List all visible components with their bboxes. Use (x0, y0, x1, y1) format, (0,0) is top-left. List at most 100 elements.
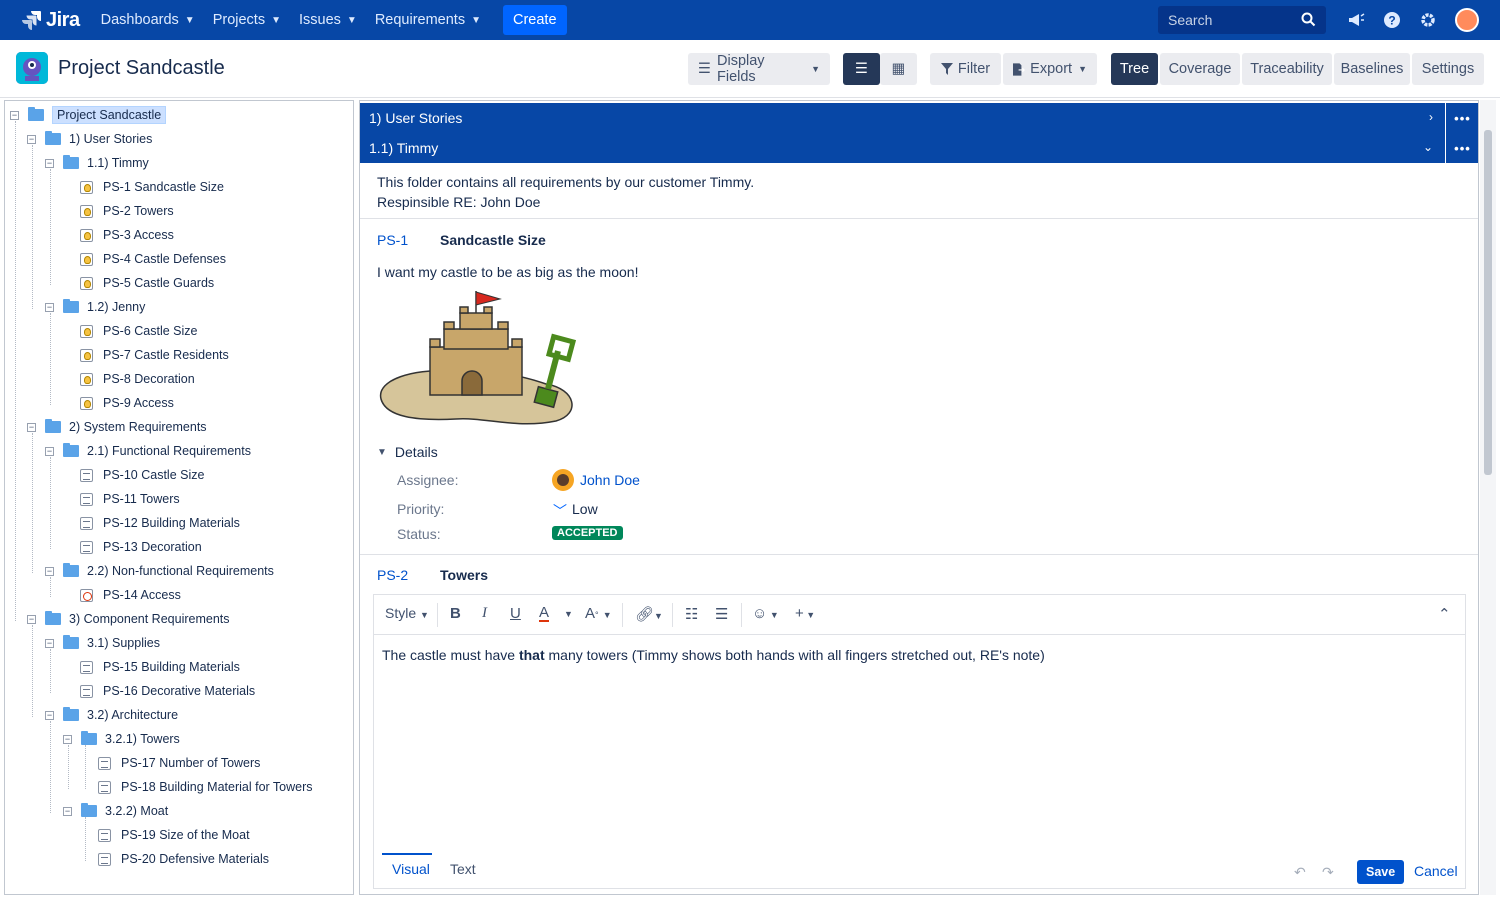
undo-icon[interactable]: ↶ (1294, 864, 1306, 881)
style-dropdown[interactable]: Style ▼ (385, 605, 429, 621)
chevron-down-icon[interactable]: ▼ (564, 609, 573, 619)
collapse-toggle[interactable]: − (63, 806, 72, 816)
link-icon[interactable]: 🔗︎▼ (635, 605, 663, 623)
chevron-right-icon[interactable]: › (1429, 110, 1433, 124)
scroll-thumb[interactable] (1484, 130, 1492, 475)
tab-text[interactable]: Text (450, 861, 476, 877)
tree-item[interactable]: PS-1 Sandcastle Size (80, 177, 224, 197)
tree-folder[interactable]: − 2.2) Non-functional Requirements (45, 561, 274, 581)
nav-dashboards[interactable]: Dashboards ▼ (101, 12, 195, 28)
nav-projects[interactable]: Projects ▼ (213, 12, 281, 28)
tree-folder[interactable]: − 1.2) Jenny (45, 297, 145, 317)
tree-folder[interactable]: − 3.2.2) Moat (63, 801, 168, 821)
tree-item[interactable]: PS-3 Access (80, 225, 174, 245)
display-fields-button[interactable]: ☰ Display Fields ▼ (688, 53, 830, 85)
insert-plus-icon[interactable]: + ▼ (795, 605, 815, 622)
tree-folder[interactable]: − 1) User Stories (27, 129, 152, 149)
save-button[interactable]: Save (1357, 860, 1405, 884)
requirement-key[interactable]: PS-1 (377, 232, 408, 248)
text-format-icon[interactable]: A° ▼ (585, 605, 612, 622)
nav-issues[interactable]: Issues ▼ (299, 12, 357, 28)
tree-item[interactable]: PS-10 Castle Size (80, 465, 204, 485)
tree-item[interactable]: PS-2 Towers (80, 201, 174, 221)
chevron-down-icon[interactable]: ⌄ (1423, 140, 1433, 154)
tab-coverage[interactable]: Coverage (1160, 53, 1240, 85)
collapse-toggle[interactable]: − (45, 638, 54, 648)
gear-icon[interactable] (1418, 10, 1438, 30)
more-actions-icon[interactable]: ••• (1445, 103, 1478, 133)
tree-folder[interactable]: − 2.1) Functional Requirements (45, 441, 251, 461)
tree-root[interactable]: − Project Sandcastle (10, 105, 167, 125)
status-badge[interactable]: ACCEPTED (552, 526, 623, 540)
requirement-title[interactable]: Towers (440, 567, 488, 583)
tree-folder[interactable]: − 3.1) Supplies (45, 633, 160, 653)
tree-folder[interactable]: − 1.1) Timmy (45, 153, 149, 173)
tree-item[interactable]: PS-18 Building Material for Towers (98, 777, 313, 797)
tree-item[interactable]: PS-12 Building Materials (80, 513, 240, 533)
text-color-icon[interactable]: A (539, 605, 550, 622)
jira-logo[interactable]: Jira (20, 9, 80, 32)
help-icon[interactable]: ? (1382, 10, 1402, 30)
tree-item[interactable]: PS-19 Size of the Moat (98, 825, 250, 845)
user-avatar[interactable] (1455, 8, 1479, 32)
collapse-toggle[interactable]: − (45, 302, 54, 312)
tree-folder[interactable]: − 3.2.1) Towers (63, 729, 180, 749)
tree-folder[interactable]: − 3.2) Architecture (45, 705, 178, 725)
tab-settings[interactable]: Settings (1412, 53, 1484, 85)
requirement-title[interactable]: Sandcastle Size (440, 232, 546, 248)
collapse-toggle[interactable]: − (63, 734, 72, 744)
tree-item[interactable]: PS-9 Access (80, 393, 174, 413)
emoji-icon[interactable]: ☺ ▼ (752, 605, 779, 622)
section-bar-user-stories[interactable]: 1) User Stories › ••• (360, 103, 1478, 133)
content-scrollbar[interactable] (1480, 100, 1496, 895)
collapse-toggle[interactable]: − (27, 134, 36, 144)
collapse-toggle[interactable]: − (45, 446, 54, 456)
section-bar-timmy[interactable]: 1.1) Timmy ⌄ ••• (360, 133, 1478, 163)
tree-item[interactable]: PS-16 Decorative Materials (80, 681, 255, 701)
grid-view-button[interactable]: ▦ (880, 53, 917, 85)
search-input[interactable]: Search (1158, 6, 1326, 34)
tree-item[interactable]: PS-17 Number of Towers (98, 753, 260, 773)
create-button[interactable]: Create (502, 5, 567, 35)
filter-button[interactable]: Filter (930, 53, 1001, 85)
rich-text-editor[interactable]: Style ▼ B I U A ▼ A° ▼ 🔗︎▼ ☷ ☰ ☺ ▼ + ▼ ⌃… (373, 594, 1466, 889)
more-actions-icon[interactable]: ••• (1445, 133, 1478, 163)
requirement-key[interactable]: PS-2 (377, 567, 408, 583)
numbered-list-icon[interactable]: ☰ (715, 605, 728, 623)
underline-icon[interactable]: U (510, 605, 521, 622)
tree-folder[interactable]: − 2) System Requirements (27, 417, 207, 437)
italic-icon[interactable]: I (482, 605, 487, 622)
export-button[interactable]: Export ▼ (1003, 53, 1097, 85)
tab-visual[interactable]: Visual (392, 861, 430, 877)
tree-item[interactable]: PS-20 Defensive Materials (98, 849, 269, 869)
collapse-toggle[interactable]: − (10, 110, 19, 120)
editor-content[interactable]: The castle must have that many towers (T… (382, 647, 1045, 663)
collapse-toggle[interactable]: − (45, 566, 54, 576)
tree-item[interactable]: PS-7 Castle Residents (80, 345, 229, 365)
tree-item[interactable]: PS-8 Decoration (80, 369, 195, 389)
collapse-toggle[interactable]: − (45, 158, 54, 168)
nav-requirements[interactable]: Requirements ▼ (375, 12, 481, 28)
cancel-button[interactable]: Cancel (1414, 863, 1458, 879)
tree-item[interactable]: PS-15 Building Materials (80, 657, 240, 677)
tree-folder[interactable]: − 3) Component Requirements (27, 609, 230, 629)
tree-item[interactable]: PS-4 Castle Defenses (80, 249, 226, 269)
tree-item[interactable]: PS-6 Castle Size (80, 321, 197, 341)
bold-icon[interactable]: B (450, 605, 461, 622)
tab-baselines[interactable]: Baselines (1334, 53, 1410, 85)
collapse-toggle[interactable]: − (27, 614, 36, 624)
tree-item[interactable]: PS-5 Castle Guards (80, 273, 214, 293)
collapse-toolbar-icon[interactable]: ⌃ (1438, 605, 1451, 623)
tab-tree[interactable]: Tree (1111, 53, 1158, 85)
megaphone-icon[interactable] (1346, 10, 1366, 30)
collapse-toggle[interactable]: − (45, 710, 54, 720)
tree-item[interactable]: PS-13 Decoration (80, 537, 202, 557)
tree-item[interactable]: PS-14 Access (80, 585, 181, 605)
assignee-value[interactable]: John Doe (580, 472, 640, 488)
redo-icon[interactable]: ↷ (1322, 864, 1334, 881)
details-toggle[interactable]: ▼ Details (377, 444, 438, 460)
bullet-list-icon[interactable]: ☷ (685, 605, 698, 623)
tab-traceability[interactable]: Traceability (1242, 53, 1332, 85)
tree-item[interactable]: PS-11 Towers (80, 489, 180, 509)
list-view-button[interactable]: ☰ (843, 53, 880, 85)
